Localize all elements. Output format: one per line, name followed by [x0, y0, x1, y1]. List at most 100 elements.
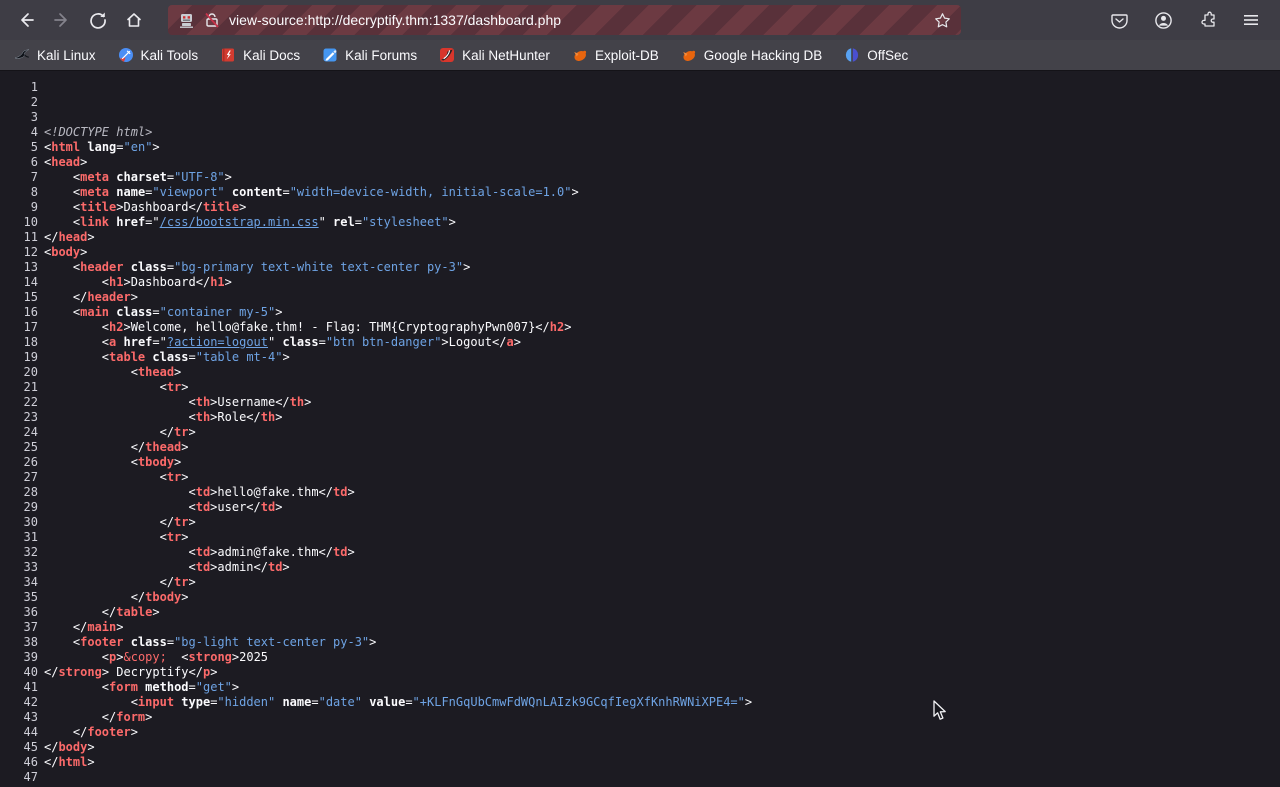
- line-number: 3: [8, 110, 38, 125]
- source-token: <: [44, 680, 109, 694]
- source-line: 10 <link href="/css/bootstrap.min.css" r…: [0, 215, 1280, 230]
- extensions-button[interactable]: [1192, 6, 1222, 34]
- source-token: >Role</: [210, 410, 261, 424]
- source-token: >: [181, 590, 188, 604]
- pocket-button[interactable]: [1104, 6, 1134, 34]
- bookmark-star-icon[interactable]: [934, 12, 951, 29]
- line-number: 35: [8, 590, 38, 605]
- line-number: 43: [8, 710, 38, 725]
- source-token: meta: [80, 170, 109, 184]
- source-token: class: [116, 305, 152, 319]
- source-line: 21 <tr>: [0, 380, 1280, 395]
- source-token: </: [44, 605, 116, 619]
- source-token: th: [196, 410, 210, 424]
- source-token: >: [131, 290, 138, 304]
- source-token: >Username</: [210, 395, 289, 409]
- source-token: tbody: [138, 455, 174, 469]
- source-line: 8 <meta name="viewport" content="width=d…: [0, 185, 1280, 200]
- bookmark-offsec[interactable]: OffSec: [844, 47, 908, 63]
- source-token: =: [167, 170, 174, 184]
- line-number: 33: [8, 560, 38, 575]
- source-line: 22 <th>Username</th>: [0, 395, 1280, 410]
- bookmark-google-hacking-db[interactable]: Google Hacking DB: [681, 47, 823, 63]
- home-button[interactable]: [118, 6, 150, 34]
- source-token: th: [290, 395, 304, 409]
- source-token: html: [51, 140, 80, 154]
- source-token: >: [275, 305, 282, 319]
- source-token: "get": [196, 680, 232, 694]
- source-token: <!DOCTYPE html>: [44, 125, 152, 139]
- source-token: >: [369, 635, 376, 649]
- insecure-lock-icon[interactable]: [203, 11, 221, 29]
- source-token: <: [44, 215, 80, 229]
- source-token: >: [87, 230, 94, 244]
- source-token: class: [152, 350, 188, 364]
- source-token: "table mt-4": [196, 350, 283, 364]
- home-icon: [125, 11, 143, 29]
- bookmark-label: Kali Forums: [345, 48, 417, 63]
- line-number: 32: [8, 545, 38, 560]
- reload-button[interactable]: [82, 6, 114, 34]
- back-button[interactable]: [10, 6, 42, 34]
- source-token: >: [189, 515, 196, 529]
- kali-linux-icon: [14, 47, 30, 63]
- source-token: td: [333, 545, 347, 559]
- source-token: >: [80, 245, 87, 259]
- account-button[interactable]: [1148, 6, 1178, 34]
- source-token: href: [116, 215, 145, 229]
- bookmark-kali-docs[interactable]: Kali Docs: [220, 47, 300, 63]
- source-line: 36 </table>: [0, 605, 1280, 620]
- url-text[interactable]: view-source:http://decryptify.thm:1337/d…: [229, 12, 926, 28]
- line-number: 36: [8, 605, 38, 620]
- source-token: >admin</: [210, 560, 268, 574]
- bookmark-kali-linux[interactable]: Kali Linux: [14, 47, 96, 63]
- source-token: "container my-5": [160, 305, 276, 319]
- line-number: 5: [8, 140, 38, 155]
- bookmark-kali-tools[interactable]: Kali Tools: [118, 47, 199, 63]
- source-line: 47: [0, 770, 1280, 785]
- source-token: h2: [109, 320, 123, 334]
- bookmark-kali-nethunter[interactable]: Kali NetHunter: [439, 47, 550, 63]
- source-line: 34 </tr>: [0, 575, 1280, 590]
- source-token: >: [571, 185, 578, 199]
- source-token: header: [87, 290, 130, 304]
- bookmark-kali-forums[interactable]: Kali Forums: [322, 47, 417, 63]
- line-number: 4: [8, 125, 38, 140]
- line-number: 6: [8, 155, 38, 170]
- line-number: 11: [8, 230, 38, 245]
- back-icon: [17, 11, 35, 29]
- source-line: 16 <main class="container my-5">: [0, 305, 1280, 320]
- source-token: <: [44, 170, 80, 184]
- source-token: </: [44, 575, 174, 589]
- source-token: th: [261, 410, 275, 424]
- line-number: 14: [8, 275, 38, 290]
- source-token: </: [44, 590, 145, 604]
- bookmark-exploit-db[interactable]: Exploit-DB: [572, 47, 659, 63]
- source-token: <: [44, 275, 109, 289]
- line-number: 21: [8, 380, 38, 395]
- source-line: 19 <table class="table mt-4">: [0, 350, 1280, 365]
- url-bar[interactable]: view-source:http://decryptify.thm:1337/d…: [168, 5, 961, 35]
- source-line: 18 <a href="?action=logout" class="btn b…: [0, 335, 1280, 350]
- source-token: td: [333, 485, 347, 499]
- line-number: 31: [8, 530, 38, 545]
- source-token: "hidden": [217, 695, 275, 709]
- source-line: 35 </tbody>: [0, 590, 1280, 605]
- source-line: 41 <form method="get">: [0, 680, 1280, 695]
- line-number: 42: [8, 695, 38, 710]
- forward-button[interactable]: [46, 6, 78, 34]
- line-number: 28: [8, 485, 38, 500]
- source-token: </: [44, 710, 116, 724]
- source-link[interactable]: /css/bootstrap.min.css: [160, 215, 319, 229]
- source-token: body: [51, 245, 80, 259]
- source-token: >: [145, 710, 152, 724]
- source-token: ": [319, 215, 333, 229]
- source-token: footer: [80, 635, 123, 649]
- source-link[interactable]: ?action=logout: [167, 335, 268, 349]
- source-token: <: [167, 650, 189, 664]
- menu-button[interactable]: [1236, 6, 1266, 34]
- source-line: 5<html lang="en">: [0, 140, 1280, 155]
- source-token: <: [44, 635, 80, 649]
- source-token: >user</: [210, 500, 261, 514]
- source-line: 43 </form>: [0, 710, 1280, 725]
